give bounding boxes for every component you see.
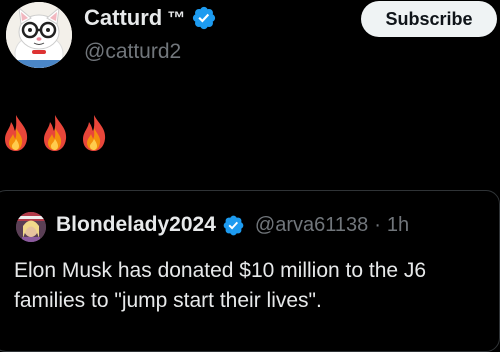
subscribe-button[interactable]: Subscribe — [361, 1, 497, 37]
author-name[interactable]: Catturd ™ — [84, 5, 217, 31]
fire-icon — [5, 115, 28, 151]
verified-badge-icon — [193, 6, 216, 30]
trademark-symbol: ™ — [167, 7, 186, 28]
quote-author-avatar[interactable] — [16, 212, 46, 242]
fire-icon — [44, 115, 67, 151]
author-avatar[interactable] — [6, 2, 72, 68]
avatar-photo-icon — [16, 212, 46, 242]
author-handle[interactable]: @catturd2 — [84, 40, 181, 64]
quote-post-text: Elon Musk has donated $10 million to the… — [14, 259, 427, 312]
post-emoji-row — [2, 114, 108, 152]
fire-icon — [83, 115, 106, 151]
quote-author-handle[interactable]: @arva61138 — [255, 214, 368, 237]
meta-separator: · — [374, 213, 381, 236]
quote-author-name[interactable]: Blondelady2024 — [56, 213, 216, 237]
author-name-text: Catturd — [84, 5, 163, 30]
verified-badge-icon — [223, 215, 244, 235]
quote-author-line: Blondelady2024 @arva61138 · 1h — [56, 213, 409, 237]
quote-timestamp[interactable]: 1h — [387, 214, 409, 237]
cat-with-glasses-icon — [6, 2, 72, 68]
